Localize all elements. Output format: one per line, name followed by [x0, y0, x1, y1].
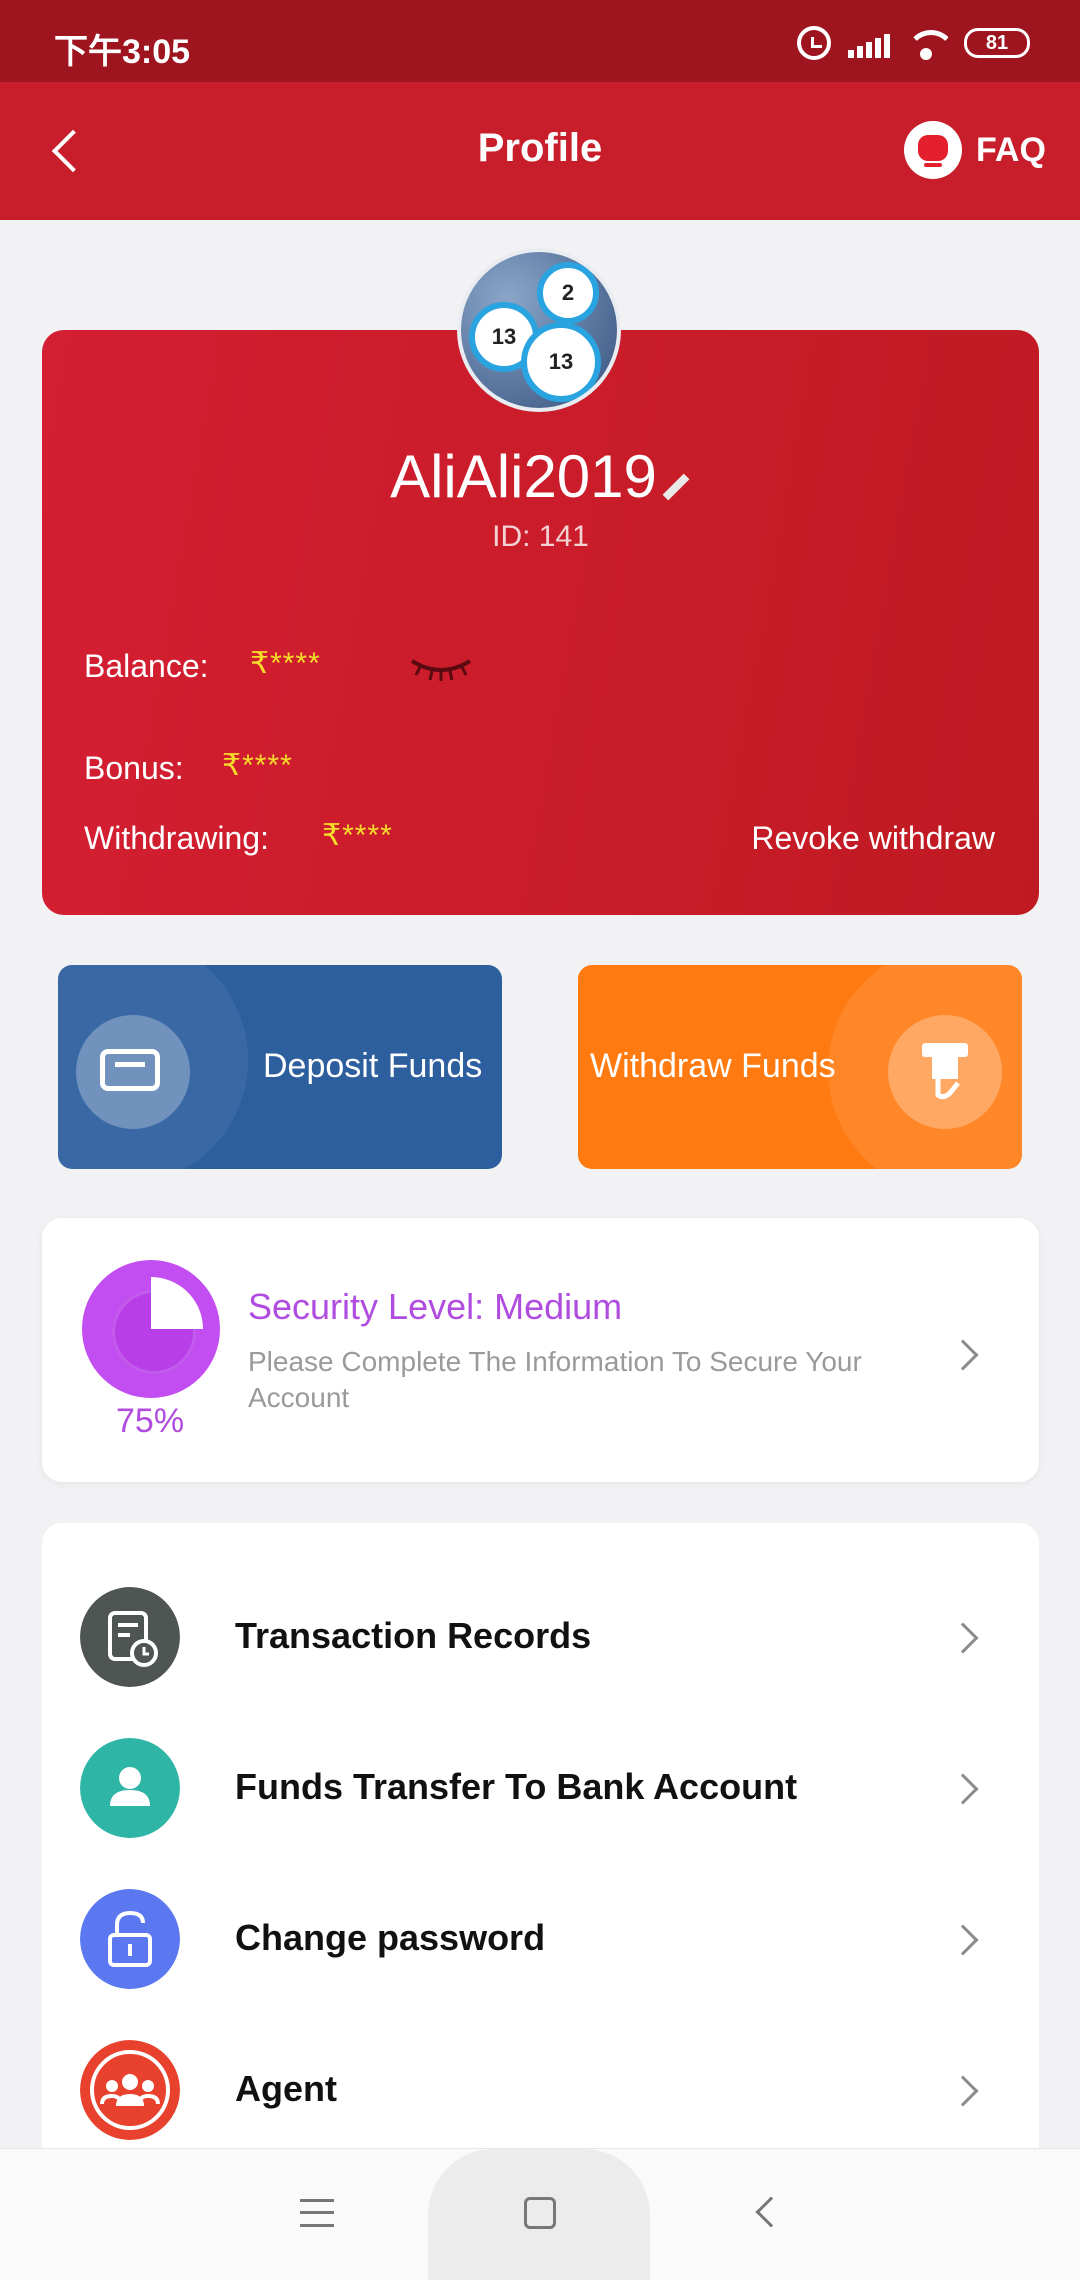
- username-row: AliAli2019: [42, 442, 1039, 511]
- signal-icon: [848, 28, 892, 58]
- withdrawing-label: Withdrawing:: [84, 820, 269, 856]
- user-id: ID: 141: [492, 520, 589, 553]
- menu-item-funds-transfer[interactable]: Funds Transfer To Bank Account: [42, 1718, 1039, 1858]
- username: AliAli2019: [390, 443, 657, 510]
- security-description: Please Complete The Information To Secur…: [248, 1346, 862, 1413]
- chevron-right-icon: [947, 1924, 979, 1956]
- faq-label: FAQ: [976, 130, 1046, 169]
- battery-icon: 81: [964, 28, 1030, 58]
- eye-closed-icon[interactable]: [408, 653, 474, 683]
- status-bar: 下午3:05 81: [0, 0, 1080, 82]
- withdrawing-value: ₹****: [322, 819, 393, 852]
- support-icon: [904, 121, 962, 179]
- status-time: 下午3:05: [54, 33, 191, 71]
- menu-item-change-password[interactable]: Change password: [42, 1869, 1039, 2009]
- menu-item-label: Change password: [235, 1917, 546, 1958]
- balance-label: Balance:: [84, 648, 209, 684]
- chevron-right-icon: [947, 1339, 979, 1371]
- chevron-right-icon: [947, 2075, 979, 2107]
- wifi-icon: [904, 26, 948, 60]
- withdraw-icon-circle: [888, 1015, 1002, 1129]
- app-bar: Profile FAQ: [0, 82, 1080, 220]
- lock-icon: [80, 1889, 180, 1989]
- chevron-right-icon: [947, 1773, 979, 1805]
- menu-icon[interactable]: [300, 2199, 334, 2227]
- deposit-funds-button[interactable]: Deposit Funds: [58, 965, 502, 1169]
- withdraw-label: Withdraw Funds: [590, 1047, 836, 1085]
- avatar[interactable]: 13 13 2: [457, 248, 621, 412]
- card-icon: [100, 1049, 160, 1091]
- bonus-label: Bonus:: [84, 750, 184, 786]
- menu-item-label: Agent: [235, 2068, 337, 2109]
- atm-icon: [922, 1043, 968, 1100]
- profile-card: AliAli2019 ID: 141 Balance: ₹**** Bonus:…: [42, 330, 1039, 915]
- revoke-withdraw-link[interactable]: Revoke withdraw: [751, 820, 995, 857]
- system-nav-bar: [0, 2148, 1080, 2280]
- bonus-value: ₹****: [222, 749, 293, 782]
- deposit-label: Deposit Funds: [263, 1047, 483, 1085]
- chevron-right-icon: [947, 1622, 979, 1654]
- menu-item-label: Transaction Records: [235, 1615, 592, 1656]
- security-title: Security Level: Medium: [248, 1286, 623, 1327]
- balance-value: ₹****: [250, 647, 321, 680]
- user-icon: [80, 1738, 180, 1838]
- menu-item-transaction-records[interactable]: Transaction Records: [42, 1567, 1039, 1707]
- menu-item-agent[interactable]: Agent: [42, 2020, 1039, 2160]
- security-level-card[interactable]: 75% Security Level: Medium Please Comple…: [42, 1218, 1039, 1482]
- back-icon[interactable]: [755, 2196, 787, 2228]
- records-icon: [80, 1587, 180, 1687]
- menu-item-label: Funds Transfer To Bank Account: [235, 1766, 798, 1807]
- faq-button[interactable]: FAQ: [904, 120, 1046, 180]
- lottery-ball: 13: [521, 322, 601, 402]
- group-icon: [80, 2040, 180, 2140]
- alarm-icon: [797, 26, 831, 60]
- deposit-icon-circle: [76, 1015, 190, 1129]
- lottery-ball: 2: [537, 262, 599, 324]
- security-percent: 75%: [116, 1402, 185, 1440]
- withdraw-funds-button[interactable]: Withdraw Funds: [578, 965, 1022, 1169]
- edit-icon[interactable]: [662, 473, 690, 501]
- home-icon[interactable]: [524, 2197, 556, 2229]
